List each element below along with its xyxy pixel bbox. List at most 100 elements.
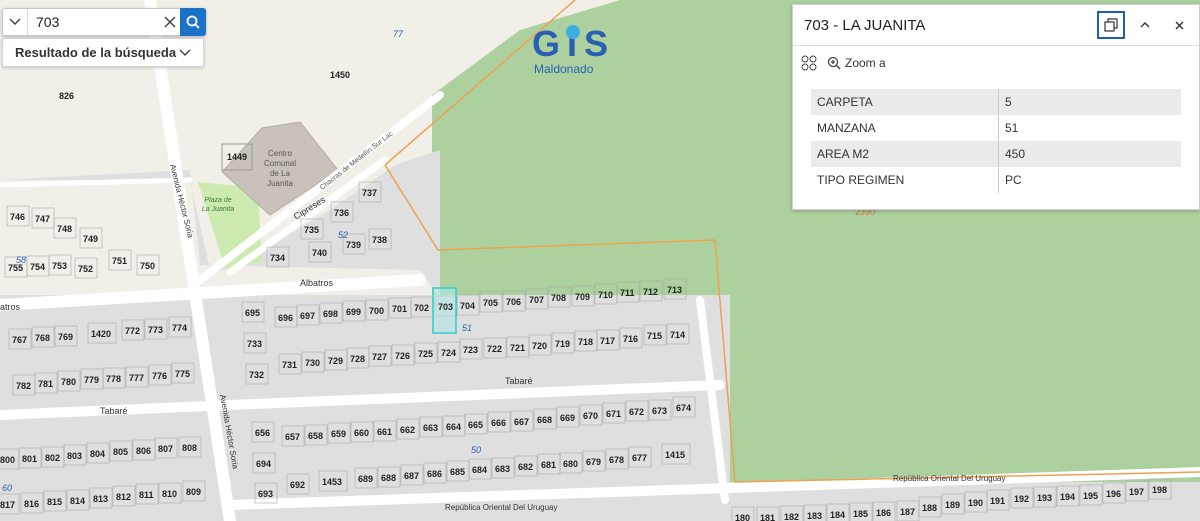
lot-1420[interactable]: 1420	[91, 329, 111, 339]
lot-1415[interactable]: 1415	[665, 450, 685, 460]
lot-727[interactable]: 727	[372, 352, 387, 362]
lot-664[interactable]: 664	[446, 422, 461, 432]
lot-815[interactable]: 815	[47, 497, 62, 507]
lot-775[interactable]: 775	[175, 369, 190, 379]
lot-666[interactable]: 666	[491, 418, 506, 428]
close-panel-button[interactable]	[1165, 11, 1193, 39]
lot-665[interactable]: 665	[468, 420, 483, 430]
lot-706[interactable]: 706	[506, 297, 521, 307]
lot-753[interactable]: 753	[52, 261, 67, 271]
lot-194[interactable]: 194	[1060, 492, 1075, 502]
lot-774[interactable]: 774	[172, 323, 187, 333]
lot-711[interactable]: 711	[620, 288, 635, 298]
lot-709[interactable]: 709	[575, 292, 590, 302]
lot-190[interactable]: 190	[968, 498, 983, 508]
lot-656[interactable]: 656	[255, 428, 270, 438]
lot-694[interactable]: 694	[256, 459, 271, 469]
lot-689[interactable]: 689	[358, 474, 373, 484]
lot-677[interactable]: 677	[632, 453, 647, 463]
lot-738[interactable]: 738	[372, 235, 387, 245]
lot-191[interactable]: 191	[990, 496, 1005, 506]
lot-679[interactable]: 679	[586, 457, 601, 467]
lot-810[interactable]: 810	[162, 489, 177, 499]
lot-748[interactable]: 748	[57, 224, 72, 234]
lot-680[interactable]: 680	[563, 459, 578, 469]
lot-718[interactable]: 718	[578, 337, 593, 347]
lot-782[interactable]: 782	[16, 381, 31, 391]
collapse-panel-button[interactable]	[1131, 11, 1159, 39]
lot-668[interactable]: 668	[537, 415, 552, 425]
lot-802[interactable]: 802	[45, 453, 60, 463]
lot-734[interactable]: 734	[270, 253, 285, 263]
lot-699[interactable]: 699	[346, 307, 361, 317]
lot-1453[interactable]: 1453	[322, 477, 342, 487]
lot-717[interactable]: 717	[600, 336, 615, 346]
lot-663[interactable]: 663	[423, 423, 438, 433]
lot-801[interactable]: 801	[22, 454, 37, 464]
lot-752[interactable]: 752	[78, 264, 93, 274]
lot-658[interactable]: 658	[308, 431, 323, 441]
lot-671[interactable]: 671	[606, 409, 621, 419]
lot-672[interactable]: 672	[629, 407, 644, 417]
lot-186[interactable]: 186	[876, 508, 891, 518]
lot-714[interactable]: 714	[670, 330, 685, 340]
lot-768[interactable]: 768	[35, 333, 50, 343]
lot-697[interactable]: 697	[300, 311, 315, 321]
lot-719[interactable]: 719	[555, 339, 570, 349]
lot-198[interactable]: 198	[1152, 485, 1167, 495]
lot-657[interactable]: 657	[285, 432, 300, 442]
lot-773[interactable]: 773	[148, 325, 163, 335]
lot-731[interactable]: 731	[282, 360, 297, 370]
lot-692[interactable]: 692	[290, 480, 305, 490]
lot-678[interactable]: 678	[609, 455, 624, 465]
lot-662[interactable]: 662	[400, 425, 415, 435]
lot-778[interactable]: 778	[106, 374, 121, 384]
lot-723[interactable]: 723	[463, 345, 478, 355]
lot-754[interactable]: 754	[30, 262, 45, 272]
lot-187[interactable]: 187	[900, 507, 915, 517]
lot-687[interactable]: 687	[404, 471, 419, 481]
lot-724[interactable]: 724	[441, 348, 456, 358]
lot-735[interactable]: 735	[304, 225, 319, 235]
lot-740[interactable]: 740	[312, 248, 327, 258]
lot-701[interactable]: 701	[392, 304, 407, 314]
lot-720[interactable]: 720	[532, 341, 547, 351]
lot-817[interactable]: 817	[0, 500, 15, 510]
lot-776[interactable]: 776	[152, 371, 167, 381]
lot-669[interactable]: 669	[560, 413, 575, 423]
lot-728[interactable]: 728	[350, 354, 365, 364]
lot-713[interactable]: 713	[667, 285, 682, 295]
lot-693[interactable]: 693	[258, 489, 273, 499]
search-button[interactable]	[180, 8, 206, 36]
lot-780[interactable]: 780	[61, 377, 76, 387]
lot-712[interactable]: 712	[643, 287, 658, 297]
lot-686[interactable]: 686	[427, 469, 442, 479]
options-icon[interactable]	[801, 55, 817, 71]
lot-716[interactable]: 716	[623, 334, 638, 344]
lot-708[interactable]: 708	[551, 293, 566, 303]
lot-684[interactable]: 684	[472, 465, 487, 475]
lot-811[interactable]: 811	[139, 490, 154, 500]
lot-805[interactable]: 805	[113, 447, 128, 457]
lot-772[interactable]: 772	[125, 326, 140, 336]
lot-705[interactable]: 705	[483, 298, 498, 308]
lot-695[interactable]: 695	[245, 308, 260, 318]
lot-750[interactable]: 750	[140, 261, 155, 271]
lot-808[interactable]: 808	[182, 443, 197, 453]
lot-721[interactable]: 721	[510, 343, 525, 353]
lot-726[interactable]: 726	[395, 351, 410, 361]
lot-670[interactable]: 670	[583, 411, 598, 421]
lot-769[interactable]: 769	[58, 332, 73, 342]
zoom-to-button[interactable]: Zoom a	[827, 56, 886, 70]
lot-710[interactable]: 710	[598, 290, 613, 300]
lot-685[interactable]: 685	[450, 467, 465, 477]
lot-812[interactable]: 812	[116, 492, 131, 502]
lot-751[interactable]: 751	[112, 256, 127, 266]
lot-781[interactable]: 781	[38, 379, 53, 389]
lot-813[interactable]: 813	[93, 494, 108, 504]
lot-729[interactable]: 729	[328, 356, 343, 366]
lot-700[interactable]: 700	[369, 306, 384, 316]
lot-195[interactable]: 195	[1083, 491, 1098, 501]
lot-739[interactable]: 739	[346, 240, 361, 250]
lot-800[interactable]: 800	[0, 455, 15, 465]
